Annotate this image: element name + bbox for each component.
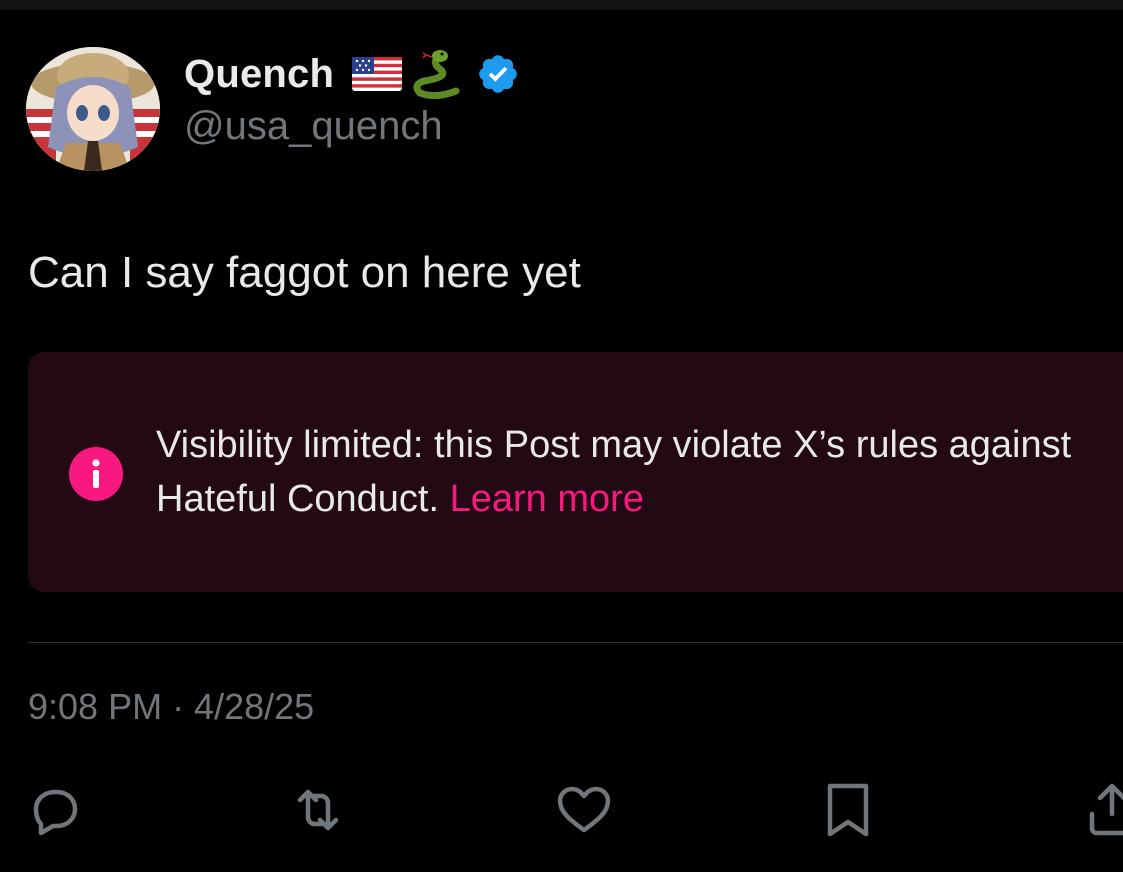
bookmark-icon[interactable] xyxy=(816,778,880,842)
reply-icon[interactable] xyxy=(22,778,86,842)
learn-more-link[interactable]: Learn more xyxy=(450,478,644,520)
share-icon[interactable] xyxy=(1080,778,1123,842)
handle[interactable]: @usa_quench xyxy=(184,104,443,149)
notice-text: Visibility limited: this Post may violat… xyxy=(156,418,1123,526)
repost-icon[interactable] xyxy=(286,778,350,842)
top-strip xyxy=(0,0,1123,10)
visibility-notice: Visibility limited: this Post may violat… xyxy=(28,352,1123,592)
flag-us-icon xyxy=(352,57,403,91)
verified-icon[interactable] xyxy=(476,52,520,96)
timestamp[interactable]: 9:08 PM · 4/28/25 xyxy=(28,686,314,728)
like-icon[interactable] xyxy=(552,778,616,842)
post-header: Quench @usa_quench xyxy=(26,40,1116,171)
avatar[interactable] xyxy=(26,47,160,171)
action-bar xyxy=(0,778,1123,842)
display-name[interactable]: Quench xyxy=(184,52,334,97)
name-row: Quench xyxy=(184,49,520,100)
info-icon xyxy=(68,446,124,502)
post-text: Can I say faggot on here yet xyxy=(28,248,581,297)
snake-icon xyxy=(410,49,464,100)
divider xyxy=(28,642,1123,643)
